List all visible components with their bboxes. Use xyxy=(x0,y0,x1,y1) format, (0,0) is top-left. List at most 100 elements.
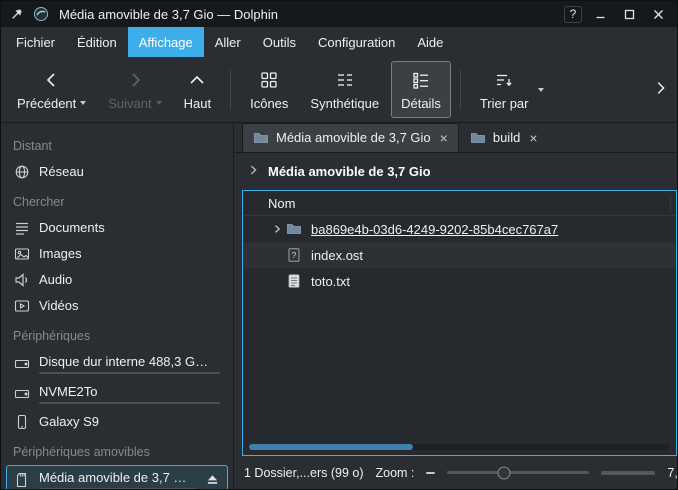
sort-dropdown-caret[interactable] xyxy=(538,88,544,92)
sidebar-item-label: NVME2To xyxy=(39,383,220,400)
file-name[interactable]: ba869e4b-03d6-4249-9202-85b4cec767a7 xyxy=(311,222,558,237)
text-file-icon xyxy=(286,273,302,289)
sidebar-item-label: Réseau xyxy=(39,163,220,180)
dolphin-app-icon[interactable] xyxy=(33,6,49,22)
tab-media-amovible[interactable]: Média amovible de 3,7 Gio × xyxy=(242,123,459,152)
network-icon xyxy=(14,164,30,180)
menu-affichage[interactable]: Affichage xyxy=(128,27,204,57)
icons-view-icon xyxy=(260,69,278,91)
forward-label: Suivant xyxy=(108,96,151,111)
tab-close-icon[interactable]: × xyxy=(529,131,537,145)
chevron-right-icon xyxy=(651,79,669,97)
free-space-text: 7,3 Gio libre(s) xyxy=(667,466,677,480)
column-header-nom[interactable]: Nom xyxy=(243,191,676,216)
minimize-button[interactable] xyxy=(590,5,611,24)
breadcrumb-current-folder[interactable]: Média amovible de 3,7 Gio xyxy=(268,164,431,179)
horizontal-scrollbar[interactable] xyxy=(249,444,670,450)
view-details-button[interactable]: Détails xyxy=(391,61,451,118)
places-section-peripheriques: Périphériques xyxy=(1,319,233,348)
sidebar-item-nvme2to[interactable]: NVME2To xyxy=(6,379,228,408)
up-button[interactable]: Haut xyxy=(174,61,221,118)
pin-icon[interactable] xyxy=(9,6,25,22)
menu-aide[interactable]: Aide xyxy=(406,27,454,57)
window-title: Média amovible de 3,7 Gio — Dolphin xyxy=(59,7,556,22)
breadcrumb-expand-icon[interactable] xyxy=(246,163,260,180)
maximize-icon xyxy=(624,9,635,20)
free-space-bar xyxy=(601,471,655,475)
sidebar-item-videos[interactable]: Vidéos xyxy=(6,293,228,318)
disk-usage-bar xyxy=(39,372,220,374)
close-icon xyxy=(653,9,664,20)
eject-button[interactable] xyxy=(205,473,220,486)
minimize-icon xyxy=(595,9,606,20)
content-area: Média amovible de 3,7 Gio × build × Médi… xyxy=(234,123,677,489)
menu-edition[interactable]: Édition xyxy=(66,27,128,57)
phone-icon xyxy=(14,414,30,430)
toolbar-overflow-button[interactable] xyxy=(649,79,671,100)
sidebar-item-galaxy-s9[interactable]: Galaxy S9 xyxy=(6,409,228,434)
sidebar-item-audio[interactable]: Audio xyxy=(6,267,228,292)
file-row[interactable]: ba869e4b-03d6-4249-9202-85b4cec767a7 xyxy=(243,216,676,242)
chevron-left-icon xyxy=(42,69,62,91)
tab-bar: Média amovible de 3,7 Gio × build × xyxy=(234,123,677,153)
sidebar-item-label: Audio xyxy=(39,271,220,288)
zoom-out-icon[interactable] xyxy=(426,472,435,474)
forward-dropdown-caret[interactable] xyxy=(156,101,162,105)
close-button[interactable] xyxy=(648,5,669,24)
sidebar-item-documents[interactable]: Documents xyxy=(6,215,228,240)
view-icons-label: Icônes xyxy=(250,96,288,111)
status-bar: 1 Dossier,...ers (99 o) Zoom : 7,3 Gio l… xyxy=(234,456,677,489)
menu-outils[interactable]: Outils xyxy=(252,27,307,57)
toolbar-separator xyxy=(460,70,461,109)
main-area: Distant Réseau Chercher Documents Images xyxy=(1,123,677,489)
scrollbar-thumb[interactable] xyxy=(249,444,413,450)
folder-icon xyxy=(286,221,302,237)
view-icons-button[interactable]: Icônes xyxy=(240,61,298,118)
zoom-slider-knob[interactable] xyxy=(498,466,511,479)
file-name[interactable]: toto.txt xyxy=(311,274,350,289)
sidebar-item-label: Documents xyxy=(39,219,220,236)
places-section-chercher: Chercher xyxy=(1,185,233,214)
dolphin-window: Média amovible de 3,7 Gio — Dolphin ? Fi… xyxy=(0,0,678,490)
sidebar-item-reseau[interactable]: Réseau xyxy=(6,159,228,184)
sort-by-label: Trier par xyxy=(480,96,529,111)
menu-aller[interactable]: Aller xyxy=(204,27,252,57)
zoom-slider[interactable] xyxy=(447,471,589,474)
chevron-up-icon xyxy=(187,69,207,91)
file-view: Nom ba869e4b-03d6-4249-9202-85b4cec767a7… xyxy=(242,190,677,456)
sidebar-item-images[interactable]: Images xyxy=(6,241,228,266)
sidebar-item-disque-dur[interactable]: Disque dur interne 488,3 G… xyxy=(6,349,228,378)
titlebar[interactable]: Média amovible de 3,7 Gio — Dolphin ? xyxy=(1,1,677,27)
places-section-amovibles: Périphériques amovibles xyxy=(1,435,233,464)
maximize-button[interactable] xyxy=(619,5,640,24)
sidebar-item-media-amovible[interactable]: Média amovible de 3,7 … xyxy=(6,465,228,489)
view-compact-button[interactable]: Synthétique xyxy=(300,61,389,118)
sort-by-button[interactable]: Trier par xyxy=(470,66,539,114)
menu-fichier[interactable]: Fichier xyxy=(5,27,66,57)
places-section-distant: Distant xyxy=(1,129,233,158)
sidebar-item-label: Images xyxy=(39,245,220,262)
toolbar-separator xyxy=(230,70,231,109)
sort-icon xyxy=(495,69,513,91)
breadcrumb: Média amovible de 3,7 Gio xyxy=(234,153,677,190)
eject-icon xyxy=(206,473,219,486)
disk-usage-bar xyxy=(39,488,196,489)
file-row[interactable]: toto.txt xyxy=(243,268,676,294)
disk-usage-bar xyxy=(39,402,220,404)
help-button[interactable]: ? xyxy=(564,6,582,23)
sidebar-item-label: Média amovible de 3,7 … xyxy=(39,469,196,486)
documents-icon xyxy=(14,220,30,236)
tab-close-icon[interactable]: × xyxy=(440,131,448,145)
back-dropdown-caret[interactable] xyxy=(80,101,86,105)
details-view-icon xyxy=(412,69,430,91)
forward-button[interactable]: Suivant xyxy=(98,61,171,118)
tab-build[interactable]: build × xyxy=(459,123,549,152)
menu-configuration[interactable]: Configuration xyxy=(307,27,406,57)
expand-arrow-icon[interactable] xyxy=(268,223,286,235)
up-label: Haut xyxy=(184,96,211,111)
file-row[interactable]: ? index.ost xyxy=(243,242,676,268)
back-button[interactable]: Précédent xyxy=(7,61,96,118)
unknown-file-icon: ? xyxy=(286,247,302,263)
toolbar: Précédent Suivant Haut Icônes Synthét xyxy=(1,57,677,123)
file-name[interactable]: index.ost xyxy=(311,248,363,263)
